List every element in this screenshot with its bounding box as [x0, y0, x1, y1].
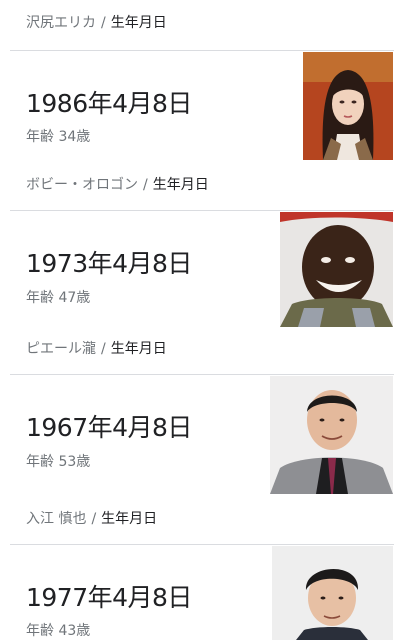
age-label: 年齢 47歳	[26, 290, 91, 306]
divider	[10, 50, 394, 51]
person-photo-3[interactable]	[270, 376, 393, 494]
crumb-separator: /	[91, 511, 97, 527]
search-results-page: 沢尻エリカ / 生年月日 1986年4月8日 年齢 34歳 ボビー・オロゴン / 生年月…	[0, 0, 404, 640]
crumb-separator: /	[101, 15, 106, 31]
person-photo-1[interactable]	[303, 52, 393, 160]
entity-attribute: 生年月日	[101, 511, 158, 527]
person-photo-icon	[272, 546, 393, 640]
person-photo-4[interactable]	[272, 546, 393, 640]
divider	[10, 210, 394, 211]
person-photo-icon	[280, 212, 393, 327]
age-label: 年齢 53歳	[26, 454, 91, 470]
crumb-separator: /	[101, 341, 106, 357]
divider	[10, 374, 394, 375]
divider	[10, 544, 394, 545]
birth-date: 1967年4月8日	[26, 413, 192, 442]
crumb-separator: /	[143, 177, 148, 193]
birth-date: 1986年4月8日	[26, 89, 192, 118]
entity-crumb-irie[interactable]: 入江 慎也 / 生年月日	[26, 508, 157, 528]
entity-name: ボビー・オロゴン	[26, 177, 138, 193]
entity-name: ピエール瀧	[26, 341, 96, 357]
person-photo-icon	[270, 376, 393, 494]
entity-attribute: 生年月日	[110, 341, 167, 357]
entity-attribute: 生年月日	[110, 15, 167, 31]
entity-crumb-bobby[interactable]: ボビー・オロゴン / 生年月日	[26, 174, 209, 194]
entity-attribute: 生年月日	[152, 177, 209, 193]
birth-date: 1977年4月8日	[26, 583, 192, 612]
age-label: 年齢 43歳	[26, 623, 91, 639]
age-label: 年齢 34歳	[26, 129, 91, 145]
entity-name: 沢尻エリカ	[26, 15, 96, 31]
entity-crumb-sawajiri[interactable]: 沢尻エリカ / 生年月日	[26, 12, 167, 32]
person-photo-icon	[303, 52, 393, 160]
entity-name: 入江 慎也	[26, 511, 87, 527]
birth-date: 1973年4月8日	[26, 249, 192, 278]
entity-crumb-pierre[interactable]: ピエール瀧 / 生年月日	[26, 338, 167, 358]
person-photo-2[interactable]	[280, 212, 393, 327]
